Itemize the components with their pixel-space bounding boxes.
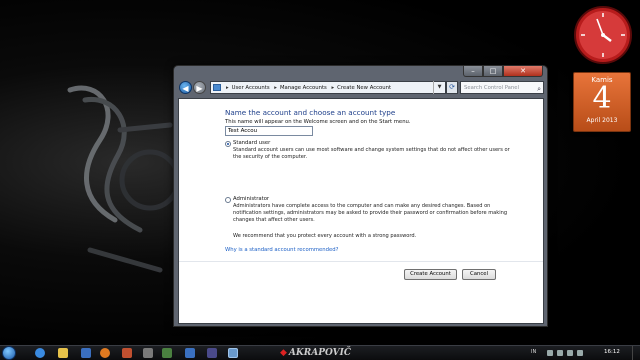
forward-arrow-icon[interactable]: ▶ [193,81,206,94]
standard-user-description: Standard account users can use most soft… [233,147,510,161]
address-dropdown-icon[interactable]: ▼ [433,81,445,94]
explorer-folder-icon[interactable] [58,348,68,358]
title-bar[interactable]: – □ ✕ [174,66,547,79]
back-arrow-icon[interactable]: ◀ [179,81,192,94]
clock-time[interactable]: 16:12 [604,349,620,355]
akrapovic-logo: ◆ AKRAPOVIČ [280,348,351,358]
create-account-window: – □ ✕ ◀ ▶ ▸ User Accounts ▸ Manage Account… [173,65,548,327]
administrator-label[interactable]: Administrator [233,196,269,202]
create-account-button[interactable]: Create Account [404,269,457,280]
tray-flag-icon[interactable] [547,350,553,356]
address-bar[interactable]: ▸ User Accounts ▸ Manage Accounts ▸ Create … [210,81,446,94]
show-desktop-button[interactable] [632,346,640,360]
taskbar-app-icon[interactable] [122,348,132,358]
taskbar-app-icon[interactable] [185,348,195,358]
password-recommendation: We recommend that you protect every acco… [233,233,417,239]
calendar-day: 4 [592,81,612,116]
content-pane: Name the account and choose an account t… [178,98,544,324]
breadcrumb-create-account[interactable]: Create New Account [337,85,391,91]
tray-network-icon[interactable] [557,350,563,356]
maximize-button[interactable]: □ [483,66,503,77]
navigation-bar: ◀ ▶ ▸ User Accounts ▸ Manage Accounts ▸ Cre… [178,80,544,96]
refresh-icon[interactable]: ⟳ [446,81,458,94]
tray-volume-icon[interactable] [567,350,573,356]
motorbike-wallpaper [67,85,181,273]
administrator-description: Administrators have complete access to t… [233,203,508,224]
divider [179,261,543,262]
control-panel-taskbar-icon[interactable] [228,348,238,358]
breadcrumb-manage-accounts[interactable]: Manage Accounts [280,85,327,91]
page-subtitle: This name will appear on the Welcome scr… [225,119,411,125]
internet-explorer-icon[interactable] [35,348,45,358]
taskbar-app-icon[interactable] [207,348,217,358]
standard-user-radio[interactable] [225,141,231,147]
control-panel-icon [213,84,221,91]
page-title: Name the account and choose an account t… [225,108,396,117]
search-input[interactable]: Search Control Panel ⌕ [460,81,544,94]
account-name-input[interactable] [225,126,313,136]
tray-power-icon[interactable] [577,350,583,356]
search-icon[interactable]: ⌕ [537,83,541,95]
taskbar: ◆ AKRAPOVIČ IN 16:12 [0,345,640,360]
minimize-button[interactable]: – [463,66,483,77]
cancel-button[interactable]: Cancel [462,269,496,280]
windows-start-icon[interactable] [2,346,16,360]
administrator-radio[interactable] [225,197,231,203]
search-placeholder: Search Control Panel [464,85,520,91]
brand-text: AKRAPOVIČ [288,348,351,358]
clock-gadget[interactable] [573,5,633,65]
taskbar-app-icon[interactable] [162,348,172,358]
standard-user-label[interactable]: Standard user [233,140,270,146]
media-player-icon[interactable] [81,348,91,358]
firefox-icon[interactable] [100,348,110,358]
breadcrumb-user-accounts[interactable]: User Accounts [232,85,270,91]
close-button[interactable]: ✕ [503,66,543,77]
language-indicator[interactable]: IN [531,349,536,355]
desktop: Kamis 4 April 2013 – □ ✕ ◀ ▶ ▸ User Accou… [0,0,640,360]
calendar-gadget[interactable]: Kamis 4 April 2013 [573,72,631,132]
calendar-month: April 2013 [586,117,618,124]
taskbar-app-icon[interactable] [143,348,153,358]
why-standard-link[interactable]: Why is a standard account recommended? [225,247,338,253]
